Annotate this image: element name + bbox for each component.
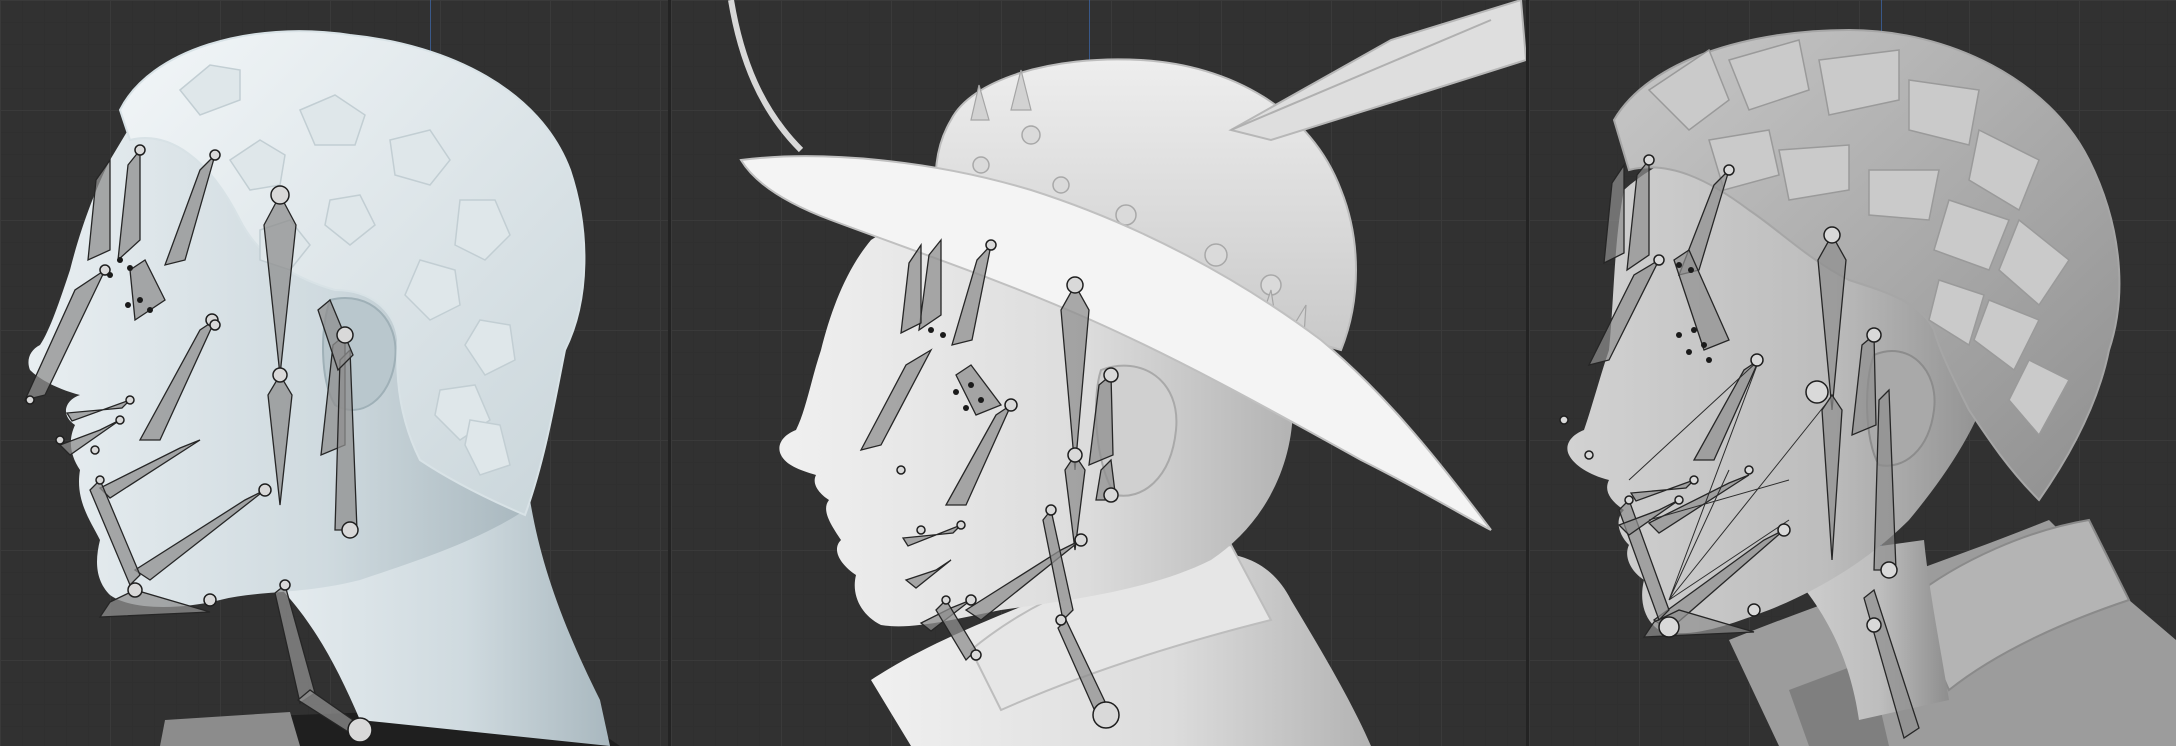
viewport-3-scene — [1559, 28, 2176, 746]
viewport-3[interactable] — [1529, 0, 2176, 746]
hat-feather-quill — [728, 0, 804, 153]
viewport-2[interactable] — [671, 0, 1526, 746]
viewport-2-scene — [728, 0, 1526, 746]
viewport-1[interactable] — [0, 0, 668, 746]
collar-shape — [160, 712, 300, 746]
viewport-1-scene — [23, 30, 620, 746]
viewport-strip — [0, 0, 2176, 746]
feather-shape — [1228, 0, 1526, 142]
